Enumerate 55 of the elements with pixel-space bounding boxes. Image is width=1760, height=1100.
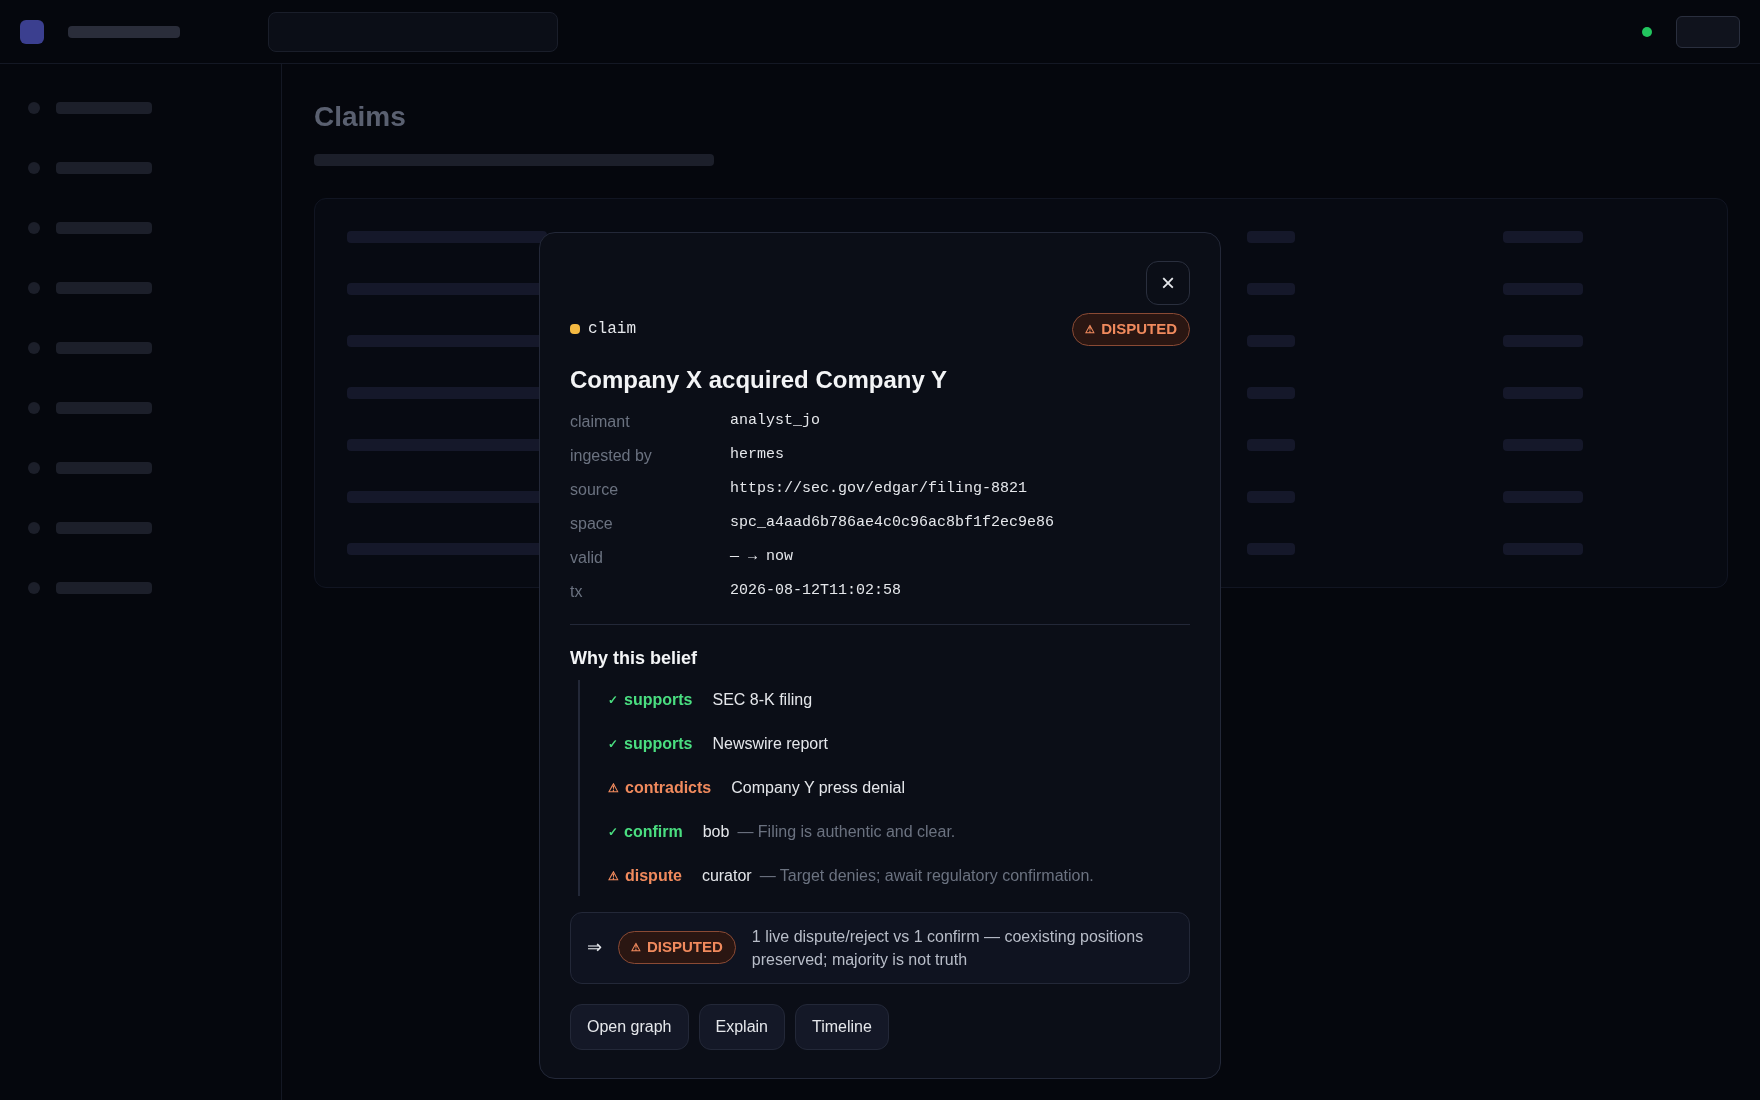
sidebar-icon [28,402,40,414]
blurred-text [1247,387,1295,399]
implies-arrow: ⇒ [587,936,602,959]
field-label: claimant [570,411,631,432]
blurred-text [1247,335,1295,347]
claim-title: Company X acquired Company Y [570,364,948,395]
verdict-text: 1 live dispute/reject vs 1 confirm — coexisting positions preserved; majority is not truth [751,926,1145,970]
sidebar-icon [28,522,40,534]
relation-label: ⚠ contradicts [608,777,712,798]
evidence-note: — Filing is authentic and clear. [737,821,956,842]
field-label: valid [570,547,604,568]
field-value: spc_a4aad6b786ae4c0c96ac8bf1f2ec9e86 [730,512,1056,533]
header-button[interactable] [1676,15,1740,48]
field-value: https://sec.gov/edgar/filing-8821 [730,478,1029,499]
field-value: hermes [730,444,785,465]
field-label: tx [570,581,584,602]
relation-label: ✓ confirm [608,821,683,842]
evidence-note: — Target denies; await regulatory confirmation. [759,865,1094,886]
relation-label: ✓ supports [608,733,693,754]
sidebar-icon [28,342,40,354]
blurred-text [1247,439,1295,451]
sidebar-icon [28,582,40,594]
relation-label: ⚠ dispute [608,865,682,886]
field-label: source [570,479,620,500]
sidebar-icon [28,222,40,234]
sidebar-icon [28,162,40,174]
sidebar-icon [28,102,40,114]
action-button[interactable]: Open graph [570,1003,689,1050]
evidence-subject: Newswire report [712,733,829,754]
page-title: Claims [314,100,407,134]
evidence-subject: Company Y press denial [731,777,905,798]
evidence-subject: bob [702,821,730,842]
search-field[interactable] [268,11,558,52]
close-button[interactable]: × [1146,261,1190,305]
section-heading: Why this belief [570,646,698,670]
field-label: space [570,513,614,534]
field-value: — → now [730,546,794,567]
evidence-subject: SEC 8-K filing [712,689,813,710]
blurred-text [1247,231,1295,243]
evidence-subject: curator [701,865,752,886]
action-button[interactable]: Explain [698,1003,785,1050]
type-label: claim [588,319,636,341]
blurred-text [1247,543,1295,555]
sidebar-icon [28,282,40,294]
field-value: analyst_jo [730,410,821,431]
blurred-text [1247,491,1295,503]
blurred-text [1247,283,1295,295]
relation-label: ✓ supports [608,689,693,710]
sidebar-icon [28,462,40,474]
field-value: 2026-08-12T11:02:58 [730,580,903,601]
logo-icon [20,19,44,44]
status-badge: ⚠ DISPUTED [618,931,736,964]
status-badge: ⚠ DISPUTED [1072,313,1190,346]
field-label: ingested by [570,445,653,466]
action-button[interactable]: Timeline [795,1003,889,1050]
